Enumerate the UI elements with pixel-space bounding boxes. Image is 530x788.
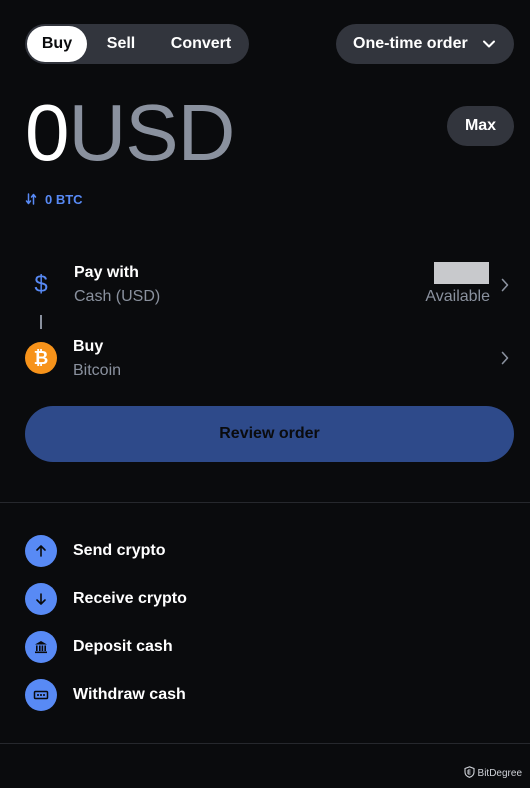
order-type-label: One-time order xyxy=(353,35,468,52)
pay-with-title: Pay with xyxy=(74,264,139,281)
send-crypto-label: Send crypto xyxy=(73,542,166,559)
pay-with-row[interactable]: $ Pay with Cash (USD) Available xyxy=(25,258,514,312)
buy-asset-subtitle: Bitcoin xyxy=(73,362,122,379)
chevron-down-icon xyxy=(483,40,495,48)
cash-icon xyxy=(25,679,57,711)
section-divider xyxy=(0,502,530,503)
arrow-down-icon xyxy=(25,583,57,615)
tab-convert[interactable]: Convert xyxy=(159,24,243,64)
row-connector xyxy=(40,315,42,329)
buy-asset-title: Buy xyxy=(73,338,104,355)
dollar-sign-icon: $ xyxy=(34,271,48,298)
tab-sell[interactable]: Sell xyxy=(93,24,149,64)
amount-value: 0 xyxy=(25,88,69,177)
chevron-right-icon xyxy=(501,278,509,292)
buy-asset-row[interactable]: ₿ Buy Bitcoin xyxy=(25,332,514,384)
footer-divider xyxy=(0,743,530,744)
bitcoin-icon: ₿ xyxy=(25,342,57,374)
crypto-conversion-toggle[interactable]: 0 BTC xyxy=(25,190,83,210)
available-label: Available xyxy=(425,288,490,305)
trade-mode-tabs: Buy Sell Convert xyxy=(25,24,249,64)
withdraw-cash-label: Withdraw cash xyxy=(73,686,186,703)
amount-currency: USD xyxy=(68,88,236,177)
deposit-cash-action[interactable]: Deposit cash xyxy=(25,631,325,663)
order-type-dropdown[interactable]: One-time order xyxy=(336,24,514,64)
chevron-right-icon xyxy=(501,351,509,365)
shield-logo-icon xyxy=(463,766,475,778)
deposit-cash-label: Deposit cash xyxy=(73,638,173,655)
watermark: BitDegree xyxy=(463,766,522,782)
max-button[interactable]: Max xyxy=(447,106,514,146)
tab-buy[interactable]: Buy xyxy=(27,26,87,62)
swap-icon xyxy=(25,193,37,205)
receive-crypto-label: Receive crypto xyxy=(73,590,187,607)
arrow-up-icon xyxy=(25,535,57,567)
watermark-text: BitDegree xyxy=(477,768,522,779)
receive-crypto-action[interactable]: Receive crypto xyxy=(25,583,325,615)
redacted-balance xyxy=(434,262,489,284)
withdraw-cash-action[interactable]: Withdraw cash xyxy=(25,679,325,711)
amount-input[interactable]: 0USD xyxy=(25,88,236,178)
send-crypto-action[interactable]: Send crypto xyxy=(25,535,325,567)
bank-icon xyxy=(25,631,57,663)
review-order-button[interactable]: Review order xyxy=(25,406,514,462)
crypto-conversion-value: 0 BTC xyxy=(45,192,83,207)
pay-with-subtitle: Cash (USD) xyxy=(74,288,161,305)
